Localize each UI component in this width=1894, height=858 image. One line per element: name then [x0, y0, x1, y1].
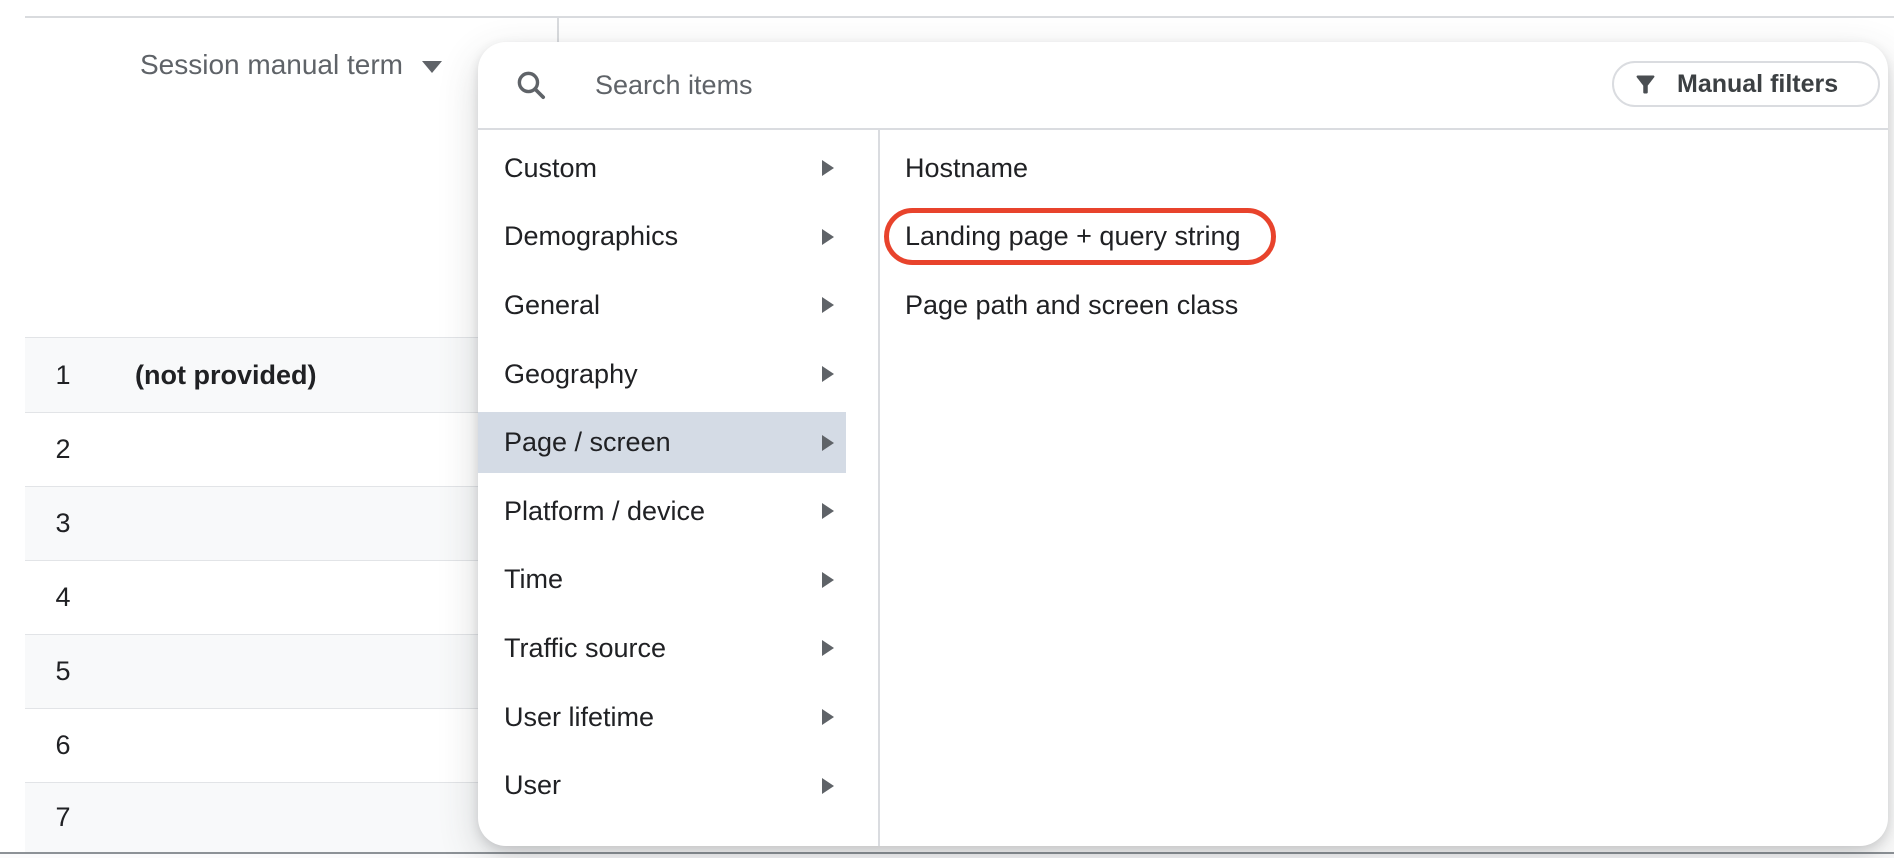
dimension-picker-panel: Manual filters Custom Demographics Gener… [478, 42, 1888, 846]
category-time[interactable]: Time [478, 546, 878, 615]
dimension-item-list: Hostname Landing page + query string Pag… [880, 130, 1888, 846]
row-index: 1 [55, 359, 71, 390]
column-divider [557, 17, 559, 42]
chevron-right-icon [822, 709, 834, 726]
row-index: 5 [55, 656, 71, 686]
row-index: 7 [55, 802, 71, 832]
manual-filters-button[interactable]: Manual filters [1612, 61, 1880, 107]
category-label: Custom [504, 152, 598, 183]
category-label: Page / screen [504, 427, 671, 458]
filter-funnel-icon [1632, 71, 1659, 98]
category-custom[interactable]: Custom [478, 134, 878, 203]
chevron-right-icon [822, 640, 834, 657]
search-bar: Manual filters [478, 42, 1888, 130]
row-index: 2 [55, 434, 71, 464]
dimension-picker-body: Custom Demographics General Geography Pa… [478, 130, 1888, 846]
item-page-path-screen-class[interactable]: Page path and screen class [880, 271, 1888, 340]
category-general[interactable]: General [478, 271, 878, 340]
category-demographics[interactable]: Demographics [478, 203, 878, 272]
chevron-right-icon [822, 777, 834, 794]
category-label: Demographics [504, 221, 679, 252]
chevron-right-icon [822, 228, 834, 245]
category-label: Traffic source [504, 632, 667, 663]
item-landing-page-query-string[interactable]: Landing page + query string [880, 203, 1888, 272]
column-header-label: Session manual term [139, 49, 403, 80]
row-value: (not provided) [135, 359, 317, 390]
item-label: Landing page + query string [905, 221, 1241, 252]
category-list: Custom Demographics General Geography Pa… [478, 130, 880, 846]
category-label: Geography [504, 358, 638, 389]
chevron-down-icon [422, 61, 442, 73]
row-index: 3 [55, 508, 71, 538]
category-platform-device[interactable]: Platform / device [478, 477, 878, 546]
chevron-right-icon [822, 366, 834, 383]
category-geography[interactable]: Geography [478, 340, 878, 409]
category-page-screen[interactable]: Page / screen [478, 408, 878, 477]
row-index: 4 [55, 582, 71, 612]
chevron-right-icon [822, 434, 834, 451]
category-label: General [504, 289, 601, 320]
chevron-right-icon [822, 160, 834, 177]
chevron-right-icon [822, 297, 834, 314]
chevron-right-icon [822, 503, 834, 520]
manual-filters-label: Manual filters [1677, 69, 1839, 98]
item-label: Hostname [905, 152, 1029, 183]
search-icon [514, 68, 548, 102]
category-user[interactable]: User [478, 751, 878, 820]
item-label: Page path and screen class [905, 289, 1239, 320]
item-hostname[interactable]: Hostname [880, 134, 1888, 203]
category-user-lifetime[interactable]: User lifetime [478, 683, 878, 752]
row-index: 6 [55, 730, 71, 760]
category-label: Platform / device [504, 495, 706, 526]
category-traffic-source[interactable]: Traffic source [478, 614, 878, 683]
category-label: User [504, 770, 562, 801]
category-label: User lifetime [504, 701, 655, 732]
bottom-strip [0, 854, 1894, 858]
category-label: Time [504, 564, 563, 595]
chevron-right-icon [822, 571, 834, 588]
